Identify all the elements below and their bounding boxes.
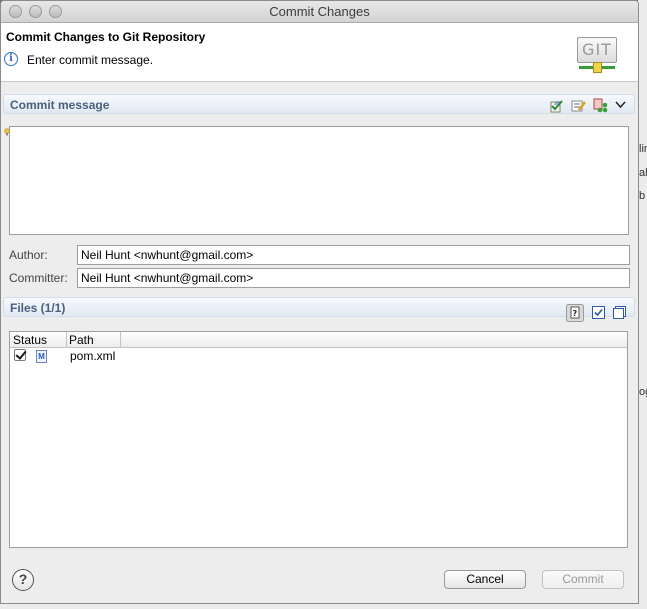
show-untracked-files-icon[interactable]: ?	[566, 304, 584, 322]
background-text: og	[639, 386, 647, 398]
dialog-header: Commit Changes to Git Repository i Enter…	[1, 23, 638, 82]
files-table-header: Status Path	[10, 332, 627, 348]
amend-commit-icon[interactable]	[593, 98, 608, 113]
commit-dialog: Commit Changes Commit Changes to Git Rep…	[0, 0, 639, 604]
author-field[interactable]: Neil Hunt <nwhunt@gmail.com>	[77, 245, 630, 265]
commit-message-section-header: Commit message ab	[3, 94, 635, 114]
info-icon: i	[4, 52, 18, 66]
files-section-title: Files (1/1)	[10, 301, 66, 315]
add-signed-off-icon[interactable]	[571, 98, 586, 113]
column-divider	[120, 332, 121, 347]
background-text: lin	[639, 143, 647, 155]
include-file-checkbox[interactable]	[14, 349, 26, 361]
commit-button[interactable]: Commit	[542, 570, 624, 589]
title-bar[interactable]: Commit Changes	[1, 1, 638, 23]
select-all-files-icon[interactable]	[592, 306, 605, 319]
chevron-down-icon[interactable]	[615, 99, 626, 110]
git-logo: GIT	[577, 37, 617, 75]
git-logo-text: GIT	[577, 37, 617, 63]
files-section-header: Files (1/1) ?	[3, 297, 635, 322]
author-label: Author:	[9, 248, 48, 262]
dialog-message: Enter commit message.	[27, 53, 154, 67]
file-path: pom.xml	[70, 349, 116, 363]
cancel-button[interactable]: Cancel	[444, 570, 526, 589]
window-title: Commit Changes	[269, 4, 370, 19]
maven-file-icon: M	[36, 350, 47, 363]
deselect-all-files-icon[interactable]	[613, 306, 626, 319]
background-text: b	[639, 190, 646, 202]
column-header-status[interactable]: Status	[13, 333, 47, 347]
committer-field[interactable]: Neil Hunt <nwhunt@gmail.com>	[77, 268, 630, 288]
committer-label: Committer:	[9, 271, 68, 285]
svg-text:ab: ab	[554, 101, 560, 107]
background-window-edge: lin al b og	[638, 0, 647, 609]
help-icon[interactable]: ?	[12, 569, 34, 591]
commit-message-section-title: Commit message	[10, 98, 110, 112]
background-text: al	[639, 167, 647, 179]
files-table[interactable]: Status Path M pom.xml	[9, 331, 628, 548]
svg-text:?: ?	[573, 309, 578, 318]
dialog-title: Commit Changes to Git Repository	[6, 30, 206, 44]
table-row[interactable]: M pom.xml	[10, 348, 627, 365]
background-window-bottom	[0, 604, 647, 609]
spell-check-icon[interactable]: ab	[549, 98, 564, 113]
column-header-path[interactable]: Path	[66, 332, 120, 347]
git-logo-node	[593, 62, 602, 73]
commit-message-input[interactable]	[9, 126, 629, 235]
